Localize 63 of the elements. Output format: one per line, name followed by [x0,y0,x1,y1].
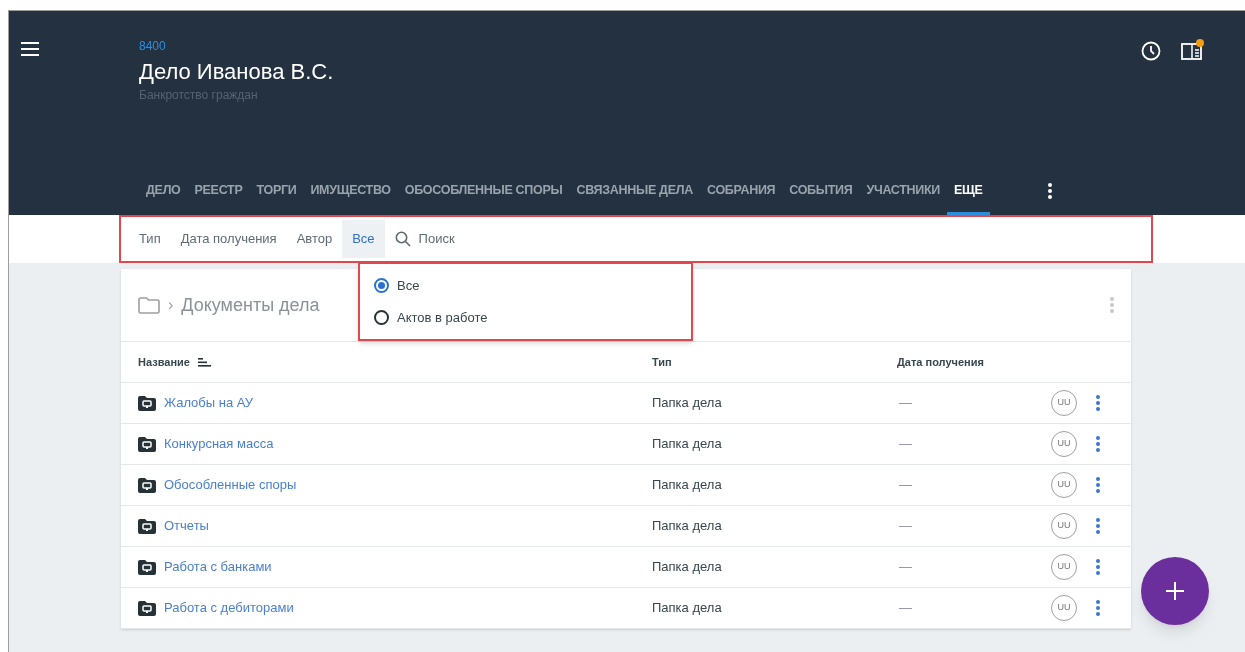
table-cell-text: Папка дела [652,394,723,413]
table-cell-text: — [898,435,913,454]
more-icon[interactable] [1047,183,1052,199]
search-icon [394,231,411,247]
nav-tab[interactable]: СОБРАНИЯ [699,169,783,215]
filter-chip[interactable]: Все [342,220,385,258]
case-title: Дело Иванова В.С. [139,58,334,86]
folder-icon [138,518,156,534]
search-field[interactable]: Поиск [418,229,619,249]
row-menu-icon[interactable] [1096,395,1100,411]
nav-tab[interactable]: СОБЫТИЯ [782,169,860,215]
sort-icon[interactable] [197,357,211,367]
nav-tab[interactable]: РЕЕСТР [187,169,250,215]
folder-icon [138,559,156,575]
table-cell-text: Папка дела [652,476,723,495]
clock-icon[interactable] [1141,41,1161,61]
nav-tab[interactable]: ИМУЩЕСТВО [303,169,398,215]
column-header[interactable]: Название [138,353,190,371]
filter-chip[interactable]: Тип [129,220,171,258]
radio-button[interactable] [374,278,389,294]
radio-option[interactable]: Все [374,276,691,296]
table-cell-text: — [898,558,913,577]
row-menu-icon[interactable] [1096,559,1100,575]
table-cell-text: Папка дела [652,558,723,577]
table-cell-text: Папка дела [652,435,723,454]
nav-tab[interactable]: УЧАСТНИКИ [859,169,947,215]
table-cell-text: — [898,394,913,413]
radio-option[interactable]: Актов в работе [374,307,691,327]
radio-button[interactable] [374,309,389,325]
folder-link[interactable]: Жалобы на АУ [164,393,254,413]
table-cell-text: Папка дела [652,517,723,536]
row-menu-icon[interactable] [1096,518,1100,534]
panel-icon[interactable] [1181,41,1203,61]
table-cell-text: — [898,476,913,495]
folder-icon [138,436,156,452]
folder-link[interactable]: Работа с дебиторами [164,598,294,618]
column-header[interactable]: Дата получения [897,353,1051,371]
folder-link[interactable]: Обособленные споры [164,475,297,495]
filter-chip[interactable]: Дата получения [170,220,287,258]
table-cell-text: — [898,599,913,618]
breadcrumb-separator: › [168,295,174,315]
folder-outline-icon [138,296,160,314]
case-number: 8400 [139,39,167,53]
row-menu-icon[interactable] [1096,477,1100,493]
nav-tab[interactable]: ОБОСОБЛЕННЫЕ СПОРЫ [397,169,570,215]
filter-chip[interactable]: Автор [286,220,343,258]
column-header[interactable]: Тип [652,353,897,371]
row-menu-icon[interactable] [1096,436,1100,452]
plus-icon [1165,581,1185,601]
nav-tab[interactable]: ТОРГИ [249,169,304,215]
nav-tab[interactable]: СВЯЗАННЫЕ ДЕЛА [569,169,700,215]
folder-icon [138,600,156,616]
row-menu-icon[interactable] [1096,600,1100,616]
folder-link[interactable]: Работа с банками [164,557,272,577]
nav-tab[interactable]: ДЕЛО [139,169,188,215]
folder-link[interactable]: Отчеты [164,516,209,536]
breadcrumb-title: Документы дела [181,293,320,317]
menu-icon[interactable] [21,42,39,56]
table-cell-text: — [898,517,913,536]
folder-icon [138,395,156,411]
table-cell-text: Папка дела [652,599,723,618]
folder-icon [138,477,156,493]
folder-link[interactable]: Конкурсная масса [164,434,274,454]
